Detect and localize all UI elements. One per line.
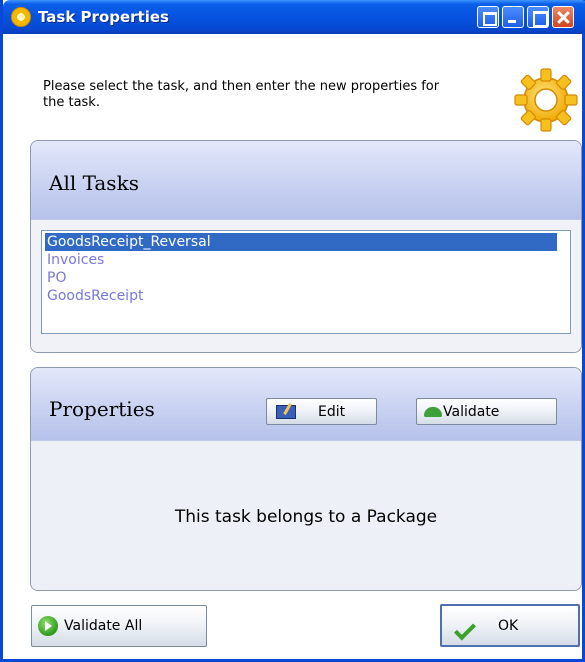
list-item[interactable]: GoodsReceipt (45, 287, 557, 305)
properties-body: This task belongs to a Package (31, 441, 581, 590)
edit-icon (276, 404, 296, 419)
minimize-button[interactable] (502, 6, 524, 28)
maximize-button[interactable] (527, 6, 549, 28)
all-tasks-header: All Tasks (31, 141, 581, 220)
properties-header: Properties Edit Validate (31, 368, 581, 441)
validate-arrow-icon (424, 406, 442, 417)
close-button[interactable] (552, 6, 574, 28)
list-item[interactable]: PO (45, 269, 557, 287)
restore-window-icon[interactable] (477, 6, 499, 28)
app-gear-icon[interactable] (11, 7, 31, 27)
validate-button-label: Validate (443, 403, 500, 420)
validate-all-button[interactable]: Validate All (31, 605, 207, 647)
play-icon (38, 616, 58, 636)
edit-button[interactable]: Edit (266, 398, 377, 425)
properties-group: Properties Edit Validate This task belon… (30, 367, 582, 591)
title-bar[interactable]: Task Properties (3, 0, 585, 34)
edit-button-label: Edit (318, 403, 346, 420)
checkmark-icon (452, 617, 476, 635)
all-tasks-group: All Tasks GoodsReceipt_Reversal Invoices… (30, 140, 582, 353)
window-title: Task Properties (38, 8, 169, 26)
list-item[interactable]: Invoices (45, 251, 557, 269)
task-list[interactable]: GoodsReceipt_Reversal Invoices PO GoodsR… (41, 230, 571, 334)
instruction-text: Please select the task, and then enter t… (43, 79, 440, 110)
ok-button-label: OK (498, 617, 519, 634)
task-properties-window: Task Properties Please select the task, … (0, 0, 585, 662)
validate-button[interactable]: Validate (416, 398, 557, 425)
all-tasks-body: GoodsReceipt_Reversal Invoices PO GoodsR… (31, 220, 581, 352)
all-tasks-heading: All Tasks (49, 171, 139, 195)
properties-heading: Properties (49, 397, 155, 421)
properties-message: This task belongs to a Package (174, 507, 438, 527)
gear-icon (514, 68, 578, 132)
list-item[interactable]: GoodsReceipt_Reversal (45, 233, 557, 251)
validate-all-label: Validate All (64, 618, 143, 634)
ok-button[interactable]: OK (440, 604, 580, 647)
